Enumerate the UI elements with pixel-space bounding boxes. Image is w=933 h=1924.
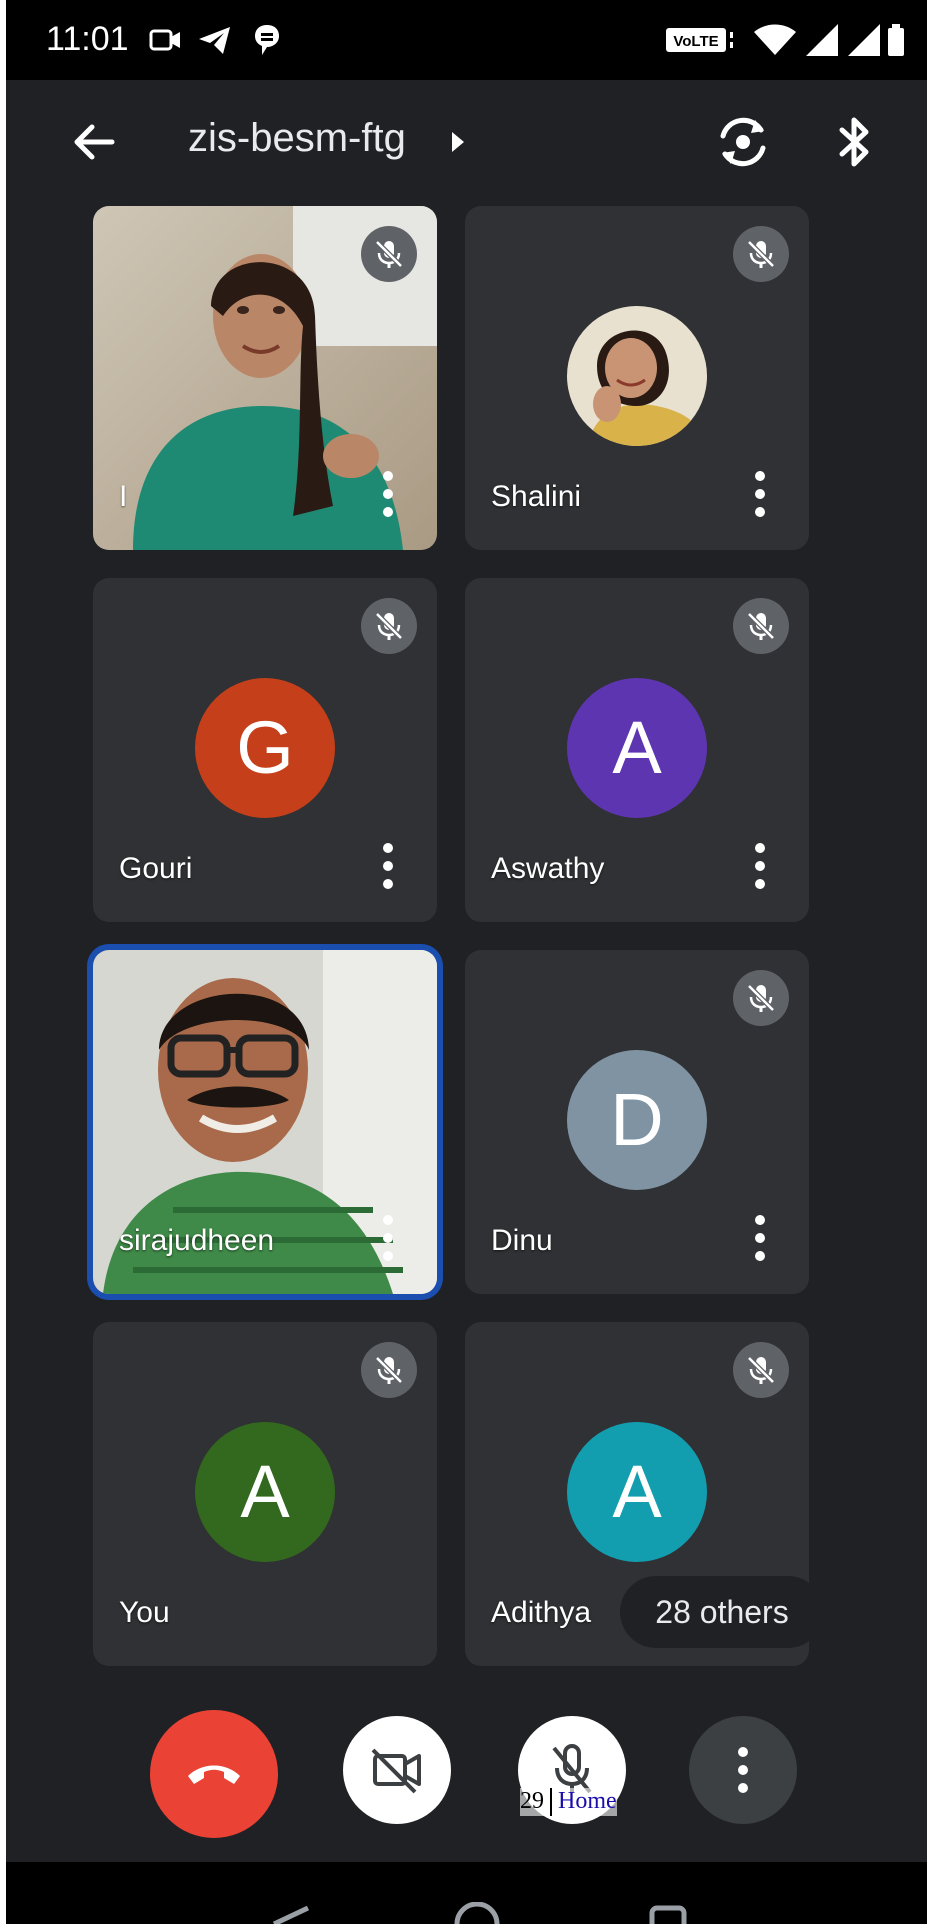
muted-indicator — [733, 970, 789, 1026]
mic-off-icon — [747, 612, 775, 640]
meet-screen: 11:01 VoLTE zis-besm-ftg I Shalini G Gou… — [6, 0, 927, 1924]
participant-photo — [567, 306, 707, 446]
participant-name: sirajudheen — [119, 1224, 275, 1257]
page-footer: 29 Home — [520, 1788, 617, 1817]
avatar: A — [567, 1422, 707, 1562]
more-vert-icon — [738, 1747, 748, 1793]
more-vert-icon[interactable] — [379, 468, 397, 520]
volte-label: VoLTE — [673, 33, 718, 50]
status-time: 11:01 — [46, 20, 129, 58]
mic-off-icon — [375, 612, 403, 640]
volte-icon: VoLTE — [666, 28, 733, 52]
mic-off-icon — [375, 1356, 403, 1384]
participant-tile-sirajudheen[interactable]: sirajudheen — [93, 950, 437, 1294]
participant-tile-gouri[interactable]: G Gouri — [93, 578, 437, 922]
wifi-icon — [754, 24, 796, 55]
participant-name: Shalini — [491, 480, 582, 513]
more-vert-icon[interactable] — [379, 1212, 397, 1264]
participant-tile-shalini[interactable]: Shalini — [465, 206, 809, 550]
navigation-bar — [6, 1862, 927, 1924]
home-link[interactable]: Home — [558, 1788, 617, 1814]
participant-tile-i[interactable]: I — [93, 206, 437, 550]
muted-indicator — [361, 1342, 417, 1398]
participant-tile-dinu[interactable]: D Dinu — [465, 950, 809, 1294]
muted-indicator — [733, 1342, 789, 1398]
status-bar: 11:01 VoLTE — [6, 0, 927, 80]
more-vert-icon[interactable] — [379, 840, 397, 892]
back-arrow-icon[interactable] — [64, 112, 124, 172]
participant-tile-you[interactable]: A You — [93, 1322, 437, 1666]
more-vert-icon[interactable] — [751, 840, 769, 892]
chevron-right-icon[interactable] — [446, 124, 470, 160]
nav-recents-icon[interactable] — [648, 1904, 688, 1924]
signal-icon-2 — [848, 24, 880, 56]
meeting-code-title[interactable]: zis-besm-ftg — [188, 116, 406, 161]
camera-toggle-button[interactable] — [343, 1716, 451, 1824]
mic-off-icon — [375, 240, 403, 268]
participant-name: Aswathy — [491, 852, 605, 885]
footer-divider — [550, 1788, 552, 1817]
videocam-off-icon — [371, 1748, 421, 1794]
participant-tile-aswathy[interactable]: A Aswathy — [465, 578, 809, 922]
message-icon — [255, 25, 279, 55]
telegram-icon — [199, 27, 230, 54]
muted-indicator — [361, 226, 417, 282]
switch-camera-icon[interactable] — [711, 110, 775, 174]
end-call-button[interactable] — [150, 1710, 278, 1838]
more-vert-icon[interactable] — [751, 1212, 769, 1264]
participant-name: You — [119, 1596, 170, 1629]
signal-icon-1 — [806, 24, 838, 56]
phone-hangup-icon — [188, 1765, 240, 1784]
mic-off-icon — [747, 240, 775, 268]
nav-home-icon[interactable] — [452, 1902, 502, 1924]
battery-icon — [888, 24, 904, 56]
avatar: A — [195, 1422, 335, 1562]
participant-name: Adithya — [491, 1596, 592, 1629]
muted-indicator — [361, 598, 417, 654]
mic-off-icon — [747, 984, 775, 1012]
participant-name: I — [119, 480, 128, 513]
muted-indicator — [733, 226, 789, 282]
page-number: 29 — [520, 1788, 544, 1814]
avatar: D — [567, 1050, 707, 1190]
avatar: A — [567, 678, 707, 818]
participant-name: Dinu — [491, 1224, 553, 1257]
meet-notification-icon — [149, 29, 180, 51]
others-count-chip[interactable]: 28 others — [620, 1576, 824, 1648]
more-options-button[interactable] — [689, 1716, 797, 1824]
more-vert-icon[interactable] — [751, 468, 769, 520]
avatar: G — [195, 678, 335, 818]
muted-indicator — [733, 598, 789, 654]
nav-back-icon[interactable] — [268, 1906, 314, 1924]
bluetooth-icon[interactable] — [824, 110, 884, 174]
mic-off-icon — [747, 1356, 775, 1384]
participant-name: Gouri — [119, 852, 193, 885]
